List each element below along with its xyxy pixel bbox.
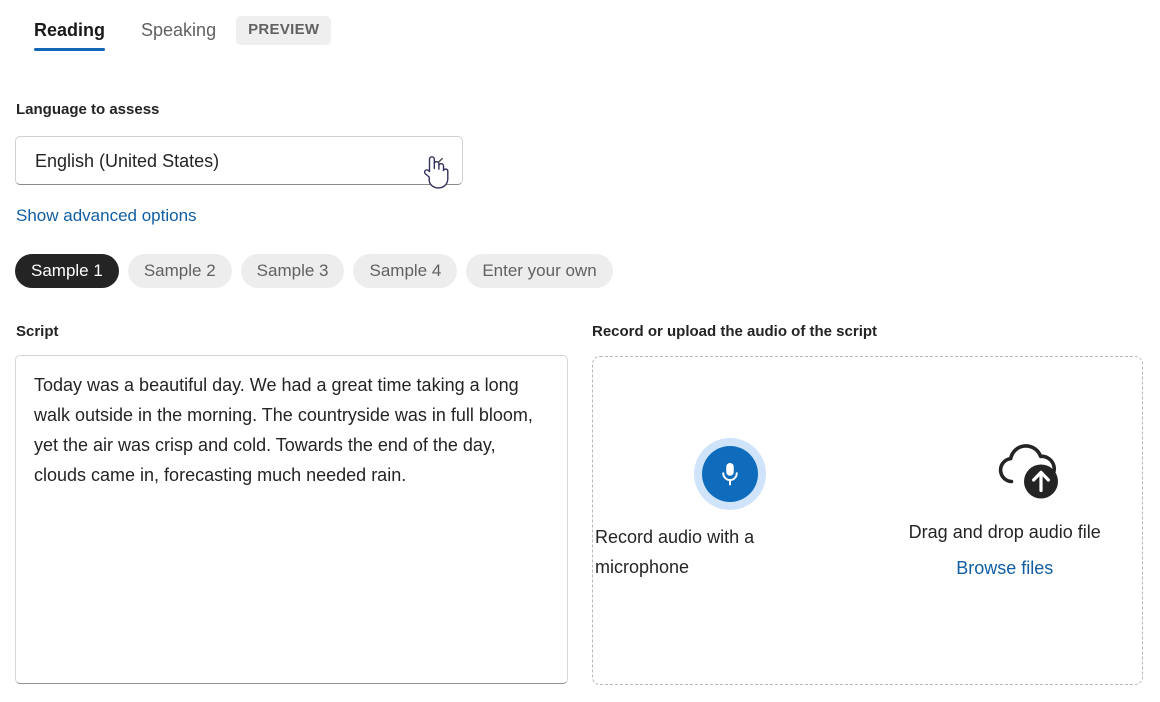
cloud-upload-icon: [989, 434, 1069, 506]
tab-reading-label: Reading: [34, 20, 105, 40]
chevron-down-icon: [430, 154, 444, 168]
script-text: Today was a beautiful day. We had a grea…: [34, 370, 551, 490]
sample-pill-2[interactable]: Sample 2: [128, 254, 232, 288]
record-audio-column: Record audio with a microphone: [593, 357, 868, 684]
sample-pill-3[interactable]: Sample 3: [241, 254, 345, 288]
audio-dropzone[interactable]: Record audio with a microphone Drag and …: [592, 356, 1143, 685]
drag-drop-caption: Drag and drop audio file: [868, 517, 1143, 547]
audio-heading: Record or upload the audio of the script: [592, 322, 877, 342]
sample-pill-4[interactable]: Sample 4: [353, 254, 457, 288]
sample-pill-1[interactable]: Sample 1: [15, 254, 119, 288]
sample-pill-custom[interactable]: Enter your own: [466, 254, 612, 288]
preview-badge: PREVIEW: [236, 16, 331, 45]
script-heading: Script: [16, 322, 59, 342]
assessment-page: Reading Speaking PREVIEW Language to ass…: [0, 0, 1160, 702]
record-audio-button[interactable]: [694, 438, 766, 510]
show-advanced-options-link[interactable]: Show advanced options: [16, 205, 197, 227]
tab-speaking[interactable]: Speaking: [123, 14, 234, 56]
record-audio-caption: Record audio with a microphone: [595, 522, 785, 582]
tab-bar: Reading Speaking PREVIEW: [16, 14, 331, 56]
upload-audio-column: Drag and drop audio file Browse files: [868, 357, 1143, 684]
language-label: Language to assess: [16, 100, 159, 120]
browse-files-link[interactable]: Browse files: [868, 553, 1143, 583]
tab-speaking-label: Speaking: [141, 20, 216, 40]
tab-active-underline: [34, 48, 105, 51]
microphone-icon: [702, 446, 758, 502]
sample-pill-group: Sample 1 Sample 2 Sample 3 Sample 4 Ente…: [15, 254, 613, 288]
language-dropdown-value: English (United States): [35, 149, 430, 173]
tab-reading[interactable]: Reading: [16, 14, 123, 56]
language-dropdown[interactable]: English (United States): [15, 136, 463, 185]
script-textarea[interactable]: Today was a beautiful day. We had a grea…: [15, 355, 568, 684]
